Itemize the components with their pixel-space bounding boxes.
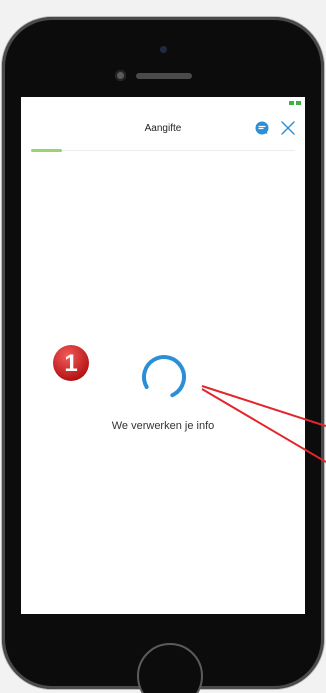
status-indicator-icon bbox=[289, 101, 301, 105]
sensor-icon bbox=[115, 70, 126, 81]
progress-bar-fill bbox=[31, 149, 63, 152]
loading-message: We verwerken je info bbox=[111, 420, 215, 432]
chat-bubble-icon[interactable] bbox=[255, 121, 269, 135]
close-icon[interactable] bbox=[280, 120, 296, 136]
speaker-grille bbox=[136, 73, 192, 79]
loading-spinner-icon bbox=[142, 355, 186, 399]
page: Aangifte We verwerken je info 1 bbox=[0, 0, 326, 693]
progress-bar bbox=[31, 149, 291, 152]
app-header: Aangifte bbox=[21, 111, 305, 147]
step-number-badge: 1 bbox=[53, 345, 89, 381]
home-button[interactable] bbox=[137, 643, 203, 693]
camera-icon bbox=[160, 46, 167, 53]
step-number-label: 1 bbox=[64, 350, 77, 377]
